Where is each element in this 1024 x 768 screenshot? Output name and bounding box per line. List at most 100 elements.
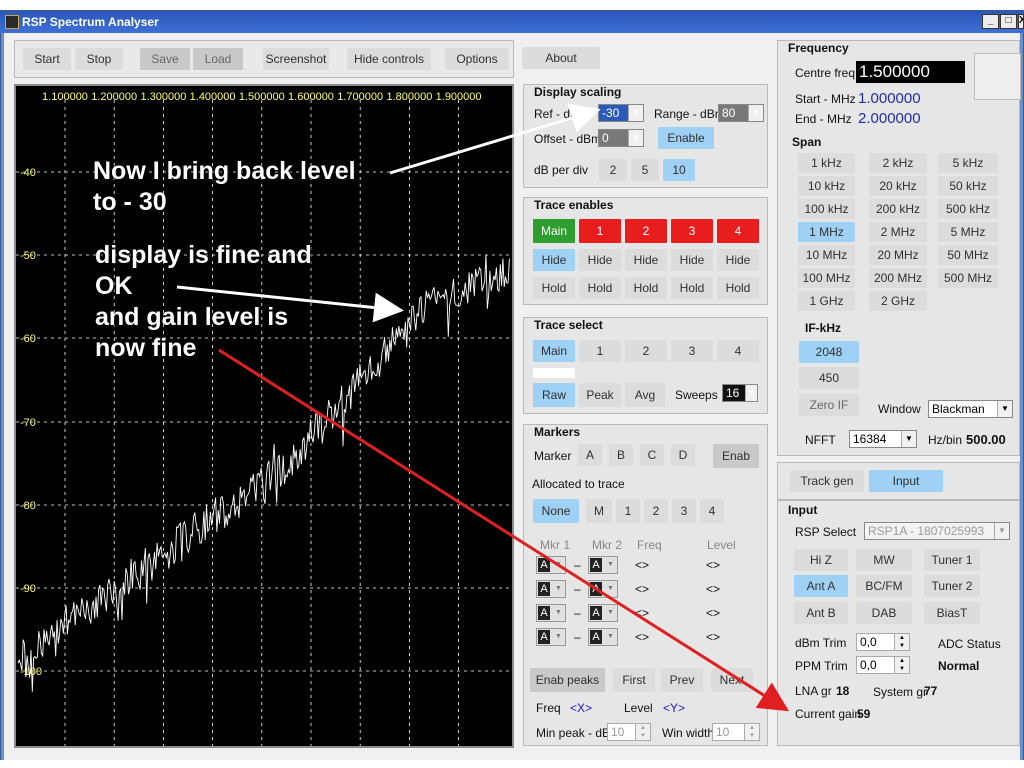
span-button[interactable]: 5 kHz [938,153,998,173]
enable-scaling-button[interactable]: Enable [658,127,714,149]
mkr1-select[interactable]: A ▼ [536,604,566,622]
start-button[interactable]: Start [23,48,71,70]
screenshot-button[interactable]: Screenshot [263,48,329,70]
window-select[interactable]: Blackman ▼ [928,400,1013,418]
raw-button[interactable]: Raw [533,383,575,407]
spin-up-icon[interactable]: ▲ [635,724,650,732]
min-peak-spinner[interactable]: 10 ▲ ▼ [607,723,651,741]
span-button[interactable]: 500 kHz [938,199,998,219]
span-button[interactable]: 20 MHz [869,245,927,265]
hide-trace2-button[interactable]: Hide [625,249,667,271]
if-2048-button[interactable]: 2048 [799,341,859,363]
span-button[interactable]: 1 MHz [798,222,855,242]
nfft-select[interactable]: 16384 ▼ [849,430,917,448]
tuner2-button[interactable]: Tuner 2 [924,575,980,597]
close-button[interactable]: X [1018,14,1024,29]
avg-button[interactable]: Avg [625,383,665,407]
span-button[interactable]: 1 kHz [798,153,855,173]
spin-up-icon[interactable]: ▲ [894,657,909,665]
dbdiv-10-button[interactable]: 10 [663,159,695,181]
spin-up-icon[interactable]: ▲ [894,634,909,642]
enable-main-button[interactable]: Main [533,219,575,243]
about-button[interactable]: About [522,47,600,69]
if-450-button[interactable]: 450 [799,367,859,389]
dbm-trim-spinner[interactable]: 0,0 ▲ ▼ [856,633,910,651]
ref-select[interactable]: -30 ▼ [598,104,644,122]
alloc-none-button[interactable]: None [533,499,579,523]
options-button[interactable]: Options [445,48,509,70]
mkr2-select[interactable]: A ▼ [588,628,618,646]
span-button[interactable]: 100 MHz [798,268,855,288]
dab-button[interactable]: DAB [856,602,912,624]
alloc-trace1-button[interactable]: 1 [616,499,640,523]
hold-trace1-button[interactable]: Hold [579,277,621,299]
alloc-trace2-button[interactable]: 2 [644,499,668,523]
dbdiv-2-button[interactable]: 2 [599,159,627,181]
mkr1-select[interactable]: A ▼ [536,628,566,646]
zero-if-button[interactable]: Zero IF [799,394,859,416]
spin-down-icon[interactable]: ▼ [894,665,909,673]
load-button[interactable]: Load [193,48,243,70]
alloc-trace4-button[interactable]: 4 [700,499,724,523]
save-button[interactable]: Save [140,48,190,70]
range-select[interactable]: 80 ▼ [718,104,764,122]
hold-trace4-button[interactable]: Hold [717,277,759,299]
mkr1-select[interactable]: A ▼ [536,580,566,598]
dbdiv-5-button[interactable]: 5 [631,159,659,181]
enable-trace3-button[interactable]: 3 [671,219,713,243]
mkr2-select[interactable]: A ▼ [588,604,618,622]
centre-freq-input[interactable]: 1.500000 [856,61,965,83]
hide-trace4-button[interactable]: Hide [717,249,759,271]
tab-track-gen[interactable]: Track gen [790,470,864,492]
marker-a-button[interactable]: A [578,444,602,466]
spin-down-icon[interactable]: ▼ [744,732,759,740]
enable-trace2-button[interactable]: 2 [625,219,667,243]
span-button[interactable]: 2 kHz [869,153,927,173]
hide-main-button[interactable]: Hide [533,249,575,271]
hold-trace3-button[interactable]: Hold [671,277,713,299]
alloc-main-button[interactable]: M [586,499,612,523]
span-button[interactable]: 10 MHz [798,245,855,265]
select-trace4-button[interactable]: 4 [717,340,759,362]
enable-trace1-button[interactable]: 1 [579,219,621,243]
stop-button[interactable]: Stop [75,48,123,70]
hold-main-button[interactable]: Hold [533,277,575,299]
bias-t-button[interactable]: BiasT [924,602,980,624]
bc-fm-button[interactable]: BC/FM [856,575,912,597]
spin-up-icon[interactable]: ▲ [744,724,759,732]
alloc-trace3-button[interactable]: 3 [672,499,696,523]
span-button[interactable]: 50 MHz [938,245,998,265]
select-trace3-button[interactable]: 3 [671,340,713,362]
first-peak-button[interactable]: First [613,668,655,692]
marker-d-button[interactable]: D [671,444,695,466]
span-button[interactable]: 50 kHz [938,176,998,196]
span-button[interactable]: 500 MHz [938,268,998,288]
span-button[interactable]: 100 kHz [798,199,855,219]
tuner1-button[interactable]: Tuner 1 [924,549,980,571]
span-button[interactable]: 2 GHz [869,291,927,311]
span-button[interactable]: 10 kHz [798,176,855,196]
enab-peaks-button[interactable]: Enab peaks [530,668,605,692]
span-button[interactable]: 20 kHz [869,176,927,196]
select-trace1-button[interactable]: 1 [579,340,621,362]
spin-down-icon[interactable]: ▼ [635,732,650,740]
marker-enab-button[interactable]: Enab [713,444,759,468]
span-button[interactable]: 200 MHz [869,268,927,288]
mkr1-select[interactable]: A ▼ [536,556,566,574]
ppm-trim-spinner[interactable]: 0,0 ▲ ▼ [856,656,910,674]
offset-select[interactable]: 0 ▼ [598,129,644,147]
select-main-button[interactable]: Main [533,340,575,362]
span-button[interactable]: 2 MHz [869,222,927,242]
enable-trace4-button[interactable]: 4 [717,219,759,243]
minimize-button[interactable]: _ [982,14,999,29]
hi-z-button[interactable]: Hi Z [794,549,848,571]
maximize-button[interactable]: □ [1000,14,1017,29]
hide-trace1-button[interactable]: Hide [579,249,621,271]
mkr2-select[interactable]: A ▼ [588,580,618,598]
span-button[interactable]: 1 GHz [798,291,855,311]
tab-input[interactable]: Input [869,470,943,492]
win-width-spinner[interactable]: 10 ▲ ▼ [712,723,760,741]
hold-trace2-button[interactable]: Hold [625,277,667,299]
spin-down-icon[interactable]: ▼ [894,642,909,650]
marker-b-button[interactable]: B [609,444,633,466]
